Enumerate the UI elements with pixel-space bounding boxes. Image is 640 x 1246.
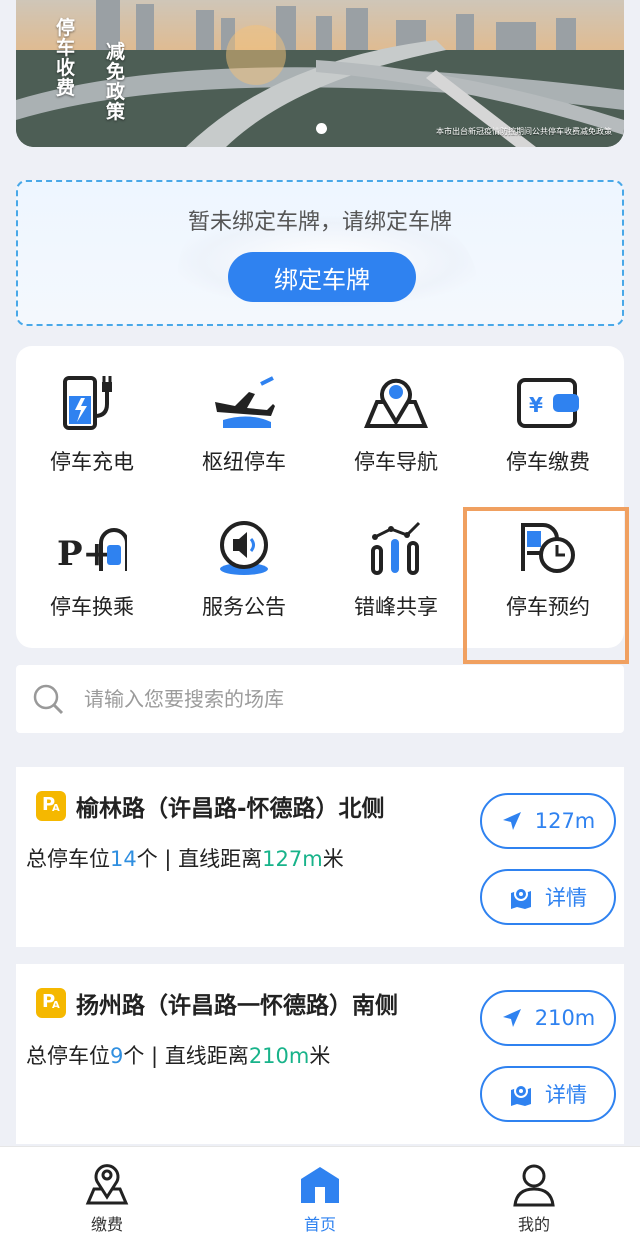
svg-text:¥: ¥ — [529, 393, 543, 417]
wallet-yen-icon: ¥ — [517, 378, 579, 428]
reservation-highlight-frame — [463, 507, 629, 664]
carousel-indicator[interactable] — [316, 123, 327, 134]
service-label: 停车导航 — [354, 450, 438, 474]
service-label: 停车充电 — [50, 450, 134, 474]
banner-title-1: 停车收费 — [56, 17, 76, 99]
parking-lot-name: 榆林路（许昌路-怀德路）北侧 — [76, 796, 385, 822]
service-parking-navigation[interactable]: 停车导航 — [320, 346, 472, 486]
parking-spaces-count: 9 — [110, 1044, 124, 1068]
service-parking-payment[interactable]: ¥ 停车缴费 — [472, 346, 624, 486]
parking-badge-icon: PA — [36, 988, 66, 1018]
location-pin-icon — [85, 1164, 129, 1205]
navigate-button[interactable]: 127m — [480, 793, 616, 849]
navigate-button[interactable]: 210m — [480, 990, 616, 1046]
service-hub-parking[interactable]: 枢纽停车 — [168, 346, 320, 486]
parking-lot-info: 总停车位14个 | 直线距离127m米 — [26, 847, 344, 871]
airplane-train-icon — [215, 376, 275, 428]
nav-label: 缴费 — [90, 1215, 123, 1234]
bar-share-icon — [371, 521, 421, 575]
nav-mine[interactable]: 我的 — [479, 1147, 589, 1246]
parking-badge-icon: PA — [36, 791, 66, 821]
details-button[interactable]: 详情 — [480, 869, 616, 925]
service-label: 错峰共享 — [354, 595, 438, 619]
nav-label: 我的 — [517, 1215, 550, 1234]
ev-charger-icon — [63, 376, 112, 430]
navigate-arrow-icon — [502, 812, 521, 830]
bind-plate-button[interactable]: 绑定车牌 — [228, 252, 416, 302]
nav-home[interactable]: 首页 — [265, 1147, 375, 1246]
service-label: 停车缴费 — [506, 450, 590, 474]
parking-lot-card[interactable]: PA 扬州路（许昌路一怀德路）南侧 总停车位9个 | 直线距离210m米 210… — [16, 964, 624, 1144]
bind-plate-card: 暂未绑定车牌，请绑定车牌 绑定车牌 — [16, 180, 624, 326]
parking-spaces-count: 14 — [110, 847, 137, 871]
map-details-icon — [511, 887, 531, 909]
service-parking-charging[interactable]: 停车充电 — [16, 346, 168, 486]
search-input[interactable] — [84, 687, 564, 711]
service-park-and-ride[interactable]: P+ 停车换乘 — [16, 491, 168, 631]
parking-lot-info: 总停车位9个 | 直线距离210m米 — [26, 1044, 331, 1068]
bind-plate-hint: 暂未绑定车牌，请绑定车牌 — [187, 210, 452, 235]
home-icon — [301, 1167, 339, 1203]
parking-lot-name: 扬州路（许昌路一怀德路）南侧 — [76, 993, 398, 1019]
search-bar[interactable] — [16, 665, 624, 733]
promo-banner[interactable]: 停车收费 减免政策 本市出台新冠疫情防控期间公共停车收费减免政策 — [16, 0, 624, 147]
nav-payment[interactable]: 缴费 — [52, 1147, 162, 1246]
service-label: 停车换乘 — [50, 595, 134, 619]
banner-title-2: 减免政策 — [106, 41, 126, 123]
service-label: 枢纽停车 — [202, 450, 286, 474]
bottom-navigation: 缴费 首页 我的 — [0, 1146, 640, 1246]
map-pin-icon — [364, 378, 428, 428]
park-and-ride-icon: P+ — [57, 528, 127, 574]
user-icon — [513, 1164, 555, 1207]
service-announcements[interactable]: 服务公告 — [168, 491, 320, 631]
service-label: 服务公告 — [202, 595, 286, 619]
parking-distance: 127m — [262, 847, 323, 871]
banner-caption: 本市出台新冠疫情防控期间公共停车收费减免政策 — [436, 127, 612, 136]
speaker-icon — [220, 521, 268, 575]
service-off-peak-sharing[interactable]: 错峰共享 — [320, 491, 472, 631]
parking-distance: 210m — [248, 1044, 310, 1068]
navigate-arrow-icon — [502, 1009, 521, 1027]
map-details-icon — [511, 1084, 531, 1106]
nav-label: 首页 — [303, 1215, 336, 1234]
search-icon — [33, 684, 64, 715]
details-button[interactable]: 详情 — [480, 1066, 616, 1122]
parking-lot-card[interactable]: PA 榆林路（许昌路-怀德路）北侧 总停车位14个 | 直线距离127m米 12… — [16, 767, 624, 947]
